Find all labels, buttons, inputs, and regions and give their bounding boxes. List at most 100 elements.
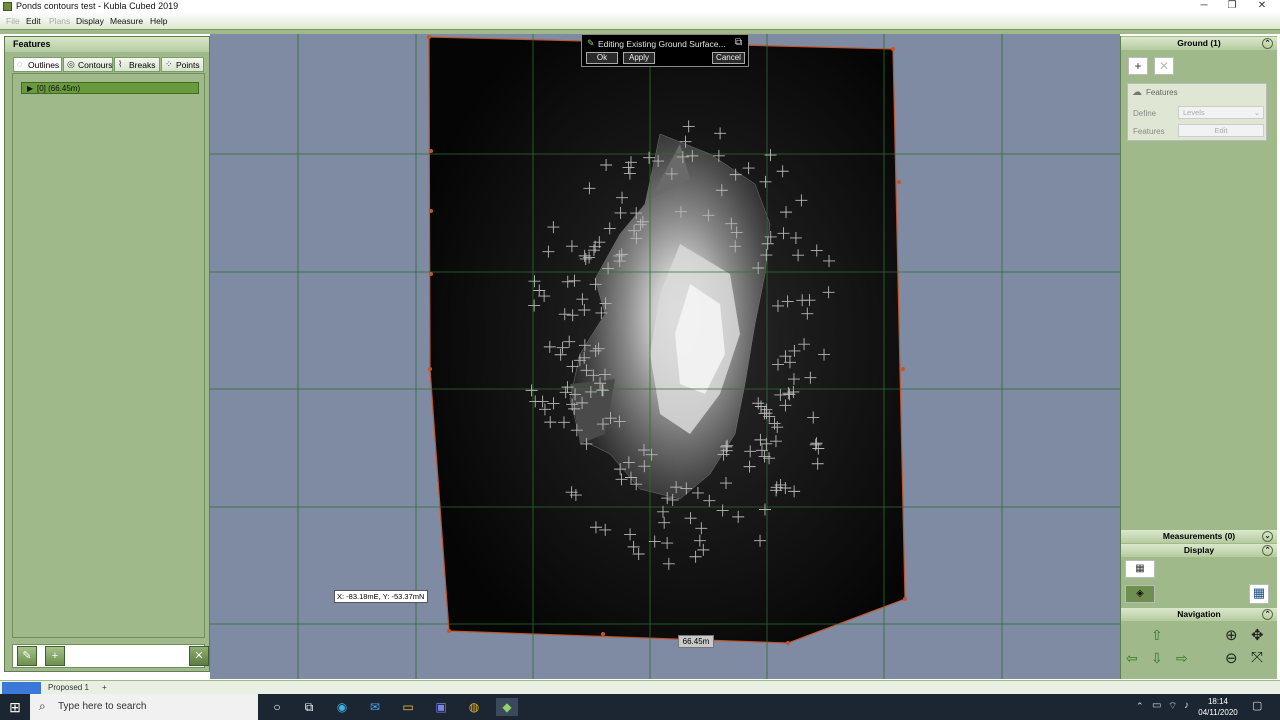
vertex-handle	[429, 149, 433, 153]
pencil-icon: ✎	[587, 38, 595, 48]
menu-plans[interactable]: Plans	[49, 16, 70, 26]
network-icon[interactable]: ⌔	[1168, 700, 1177, 713]
vertex-handle	[786, 641, 790, 645]
cursor-coordinates: X: -83.18mE, Y: -53.37mN	[334, 590, 428, 603]
pan-left-icon[interactable]: ⇦	[1126, 650, 1138, 667]
navigation-title: Navigation	[1177, 609, 1221, 619]
vertex-handle	[429, 209, 433, 213]
add-ground-button[interactable]: +	[1128, 57, 1148, 75]
task-view-icon[interactable]: ⧉	[300, 698, 318, 716]
define-select[interactable]: Levels ⌄	[1178, 106, 1264, 119]
zoom-out-icon[interactable]: ⊖	[1225, 649, 1238, 667]
file-explorer-icon[interactable]: ▭	[399, 698, 417, 716]
zoom-fit-icon[interactable]: ⤧	[1251, 649, 1263, 666]
display-title: Display	[1183, 545, 1215, 555]
popout-icon[interactable]: ⧉	[735, 37, 742, 48]
tray-chevron-icon[interactable]: ⌃	[1136, 701, 1144, 712]
ground-panel-header[interactable]: Ground (1) ⌃	[1121, 37, 1277, 50]
measurements-header[interactable]: Measurements (0) ⌄	[1121, 530, 1277, 543]
edit-features-button[interactable]: Edit	[1178, 124, 1264, 137]
tab-ground[interactable]: Ground	[2, 682, 41, 694]
surface-style-icon[interactable]: ◈	[1125, 585, 1155, 603]
tab-breaks[interactable]: ⌇ Breaks	[114, 57, 160, 72]
features-panel-header: Features	[5, 37, 209, 52]
battery-icon[interactable]: ▭	[1152, 700, 1161, 711]
points-icon: ⁘	[165, 59, 173, 69]
taskbar-search[interactable]: ⌕ Type here to search	[30, 694, 258, 720]
edit-ground-dialog: ✎ Editing Existing Ground Surface... ⧉ O…	[581, 34, 749, 67]
outline-length-label: 66.45m	[678, 635, 714, 648]
chevron-down-icon: ⌄	[1253, 108, 1260, 117]
kubla-cubed-taskbar-icon[interactable]: ◆	[496, 698, 518, 716]
windows-taskbar: ⊞ ⌕ Type here to search ○ ⧉ ◉ ✉ ▭ ▣ ◍ ◆ …	[0, 694, 1280, 720]
windows-start-icon[interactable]: ⊞	[6, 698, 24, 716]
ok-button[interactable]: Ok	[586, 52, 618, 64]
search-placeholder: Type here to search	[58, 701, 147, 712]
grid-toggle-icon[interactable]: ▦	[1249, 584, 1269, 604]
pan-up-icon[interactable]: ⇧	[1151, 627, 1163, 644]
menu-help[interactable]: Help	[150, 16, 167, 26]
collapse-icon[interactable]: ⌃	[1262, 545, 1273, 556]
expand-arrow-icon[interactable]: ▶	[27, 84, 33, 93]
menu-edit[interactable]: Edit	[26, 16, 41, 26]
clock-time[interactable]: 18:14	[1198, 697, 1238, 706]
outline-icon: ◌	[17, 59, 23, 69]
tab-proposed-1[interactable]: Proposed 1	[42, 682, 95, 694]
volume-icon[interactable]: ♪	[1184, 700, 1189, 711]
surface-tabs-bar: Ground Proposed 1 +	[0, 680, 1280, 695]
tab-contours[interactable]: ◎ Contours	[63, 57, 113, 72]
define-select-value: Levels	[1183, 108, 1205, 117]
zoom-in-icon[interactable]: ⊕	[1225, 626, 1238, 644]
features-panel-title: Features	[13, 39, 51, 49]
display-header[interactable]: Display ⌃	[1121, 544, 1277, 557]
title-bar: Ponds contours test - Kubla Cubed 2019 ─…	[0, 0, 1280, 13]
chrome-icon[interactable]: ◍	[465, 698, 483, 716]
vertex-handle	[897, 180, 901, 184]
pan-down-icon[interactable]: ⇩	[1151, 650, 1163, 667]
mail-icon[interactable]: ✉	[366, 698, 384, 716]
cortana-icon[interactable]: ○	[268, 698, 286, 716]
tab-points[interactable]: ⁘ Points	[161, 57, 204, 72]
notifications-icon[interactable]: ▢	[1252, 699, 1262, 712]
app-icon	[3, 2, 12, 11]
list-item[interactable]: ▶ [0] (66.45m)	[21, 82, 199, 94]
draw-outline-button[interactable]: ✎	[17, 646, 37, 666]
outline-list: ▶ [0] (66.45m)	[12, 73, 205, 638]
close-button[interactable]: ✕	[1248, 0, 1276, 13]
menu-measure[interactable]: Measure	[110, 16, 143, 26]
edge-icon[interactable]: ◉	[333, 698, 351, 716]
minimize-button[interactable]: ─	[1190, 0, 1218, 13]
zoom-extents-icon[interactable]: ✥	[1251, 626, 1264, 644]
vertex-handle	[901, 367, 905, 371]
apply-button[interactable]: Apply	[623, 52, 655, 64]
navigation-header[interactable]: Navigation ⌃	[1121, 608, 1277, 621]
vertex-handle	[429, 272, 433, 276]
vertex-handle	[601, 632, 605, 636]
add-surface-tab[interactable]: +	[96, 682, 113, 694]
add-outline-button[interactable]: +	[45, 646, 65, 666]
menu-file[interactable]: File	[6, 16, 20, 26]
vertex-handle	[891, 47, 895, 51]
delete-outline-button[interactable]: ✕	[189, 646, 209, 666]
tab-outlines[interactable]: ◌ Outlines	[13, 57, 62, 72]
map-canvas[interactable]	[210, 34, 1120, 679]
restore-button[interactable]: ❐	[1218, 0, 1246, 13]
collapse-icon[interactable]: ⌃	[1262, 38, 1273, 49]
features-actions-bar: ✎ + ✕	[12, 644, 209, 668]
pan-right-icon[interactable]: ⇨	[1176, 650, 1188, 667]
cancel-button[interactable]: Cancel	[712, 52, 745, 64]
teams-icon[interactable]: ▣	[432, 698, 450, 716]
menu-bar: File Edit Plans Display Measure Help	[0, 13, 1280, 30]
breaks-icon: ⌇	[118, 59, 123, 69]
expand-icon[interactable]: ⌄	[1262, 531, 1273, 542]
delete-ground-button[interactable]: ✕	[1154, 57, 1174, 75]
clock-date[interactable]: 04/11/2020	[1198, 708, 1238, 717]
menu-display[interactable]: Display	[76, 16, 104, 26]
measurements-title: Measurements (0)	[1162, 531, 1236, 541]
tab-points-label: Points	[176, 60, 200, 70]
window-title: Ponds contours test - Kubla Cubed 2019	[16, 1, 179, 11]
render-style-icon[interactable]: ▦	[1125, 560, 1155, 578]
ground-features-box: ☁ Features Define Levels ⌄ Features Edit	[1127, 83, 1267, 141]
terrain-view[interactable]	[210, 34, 1120, 679]
collapse-icon[interactable]: ⌃	[1262, 609, 1273, 620]
